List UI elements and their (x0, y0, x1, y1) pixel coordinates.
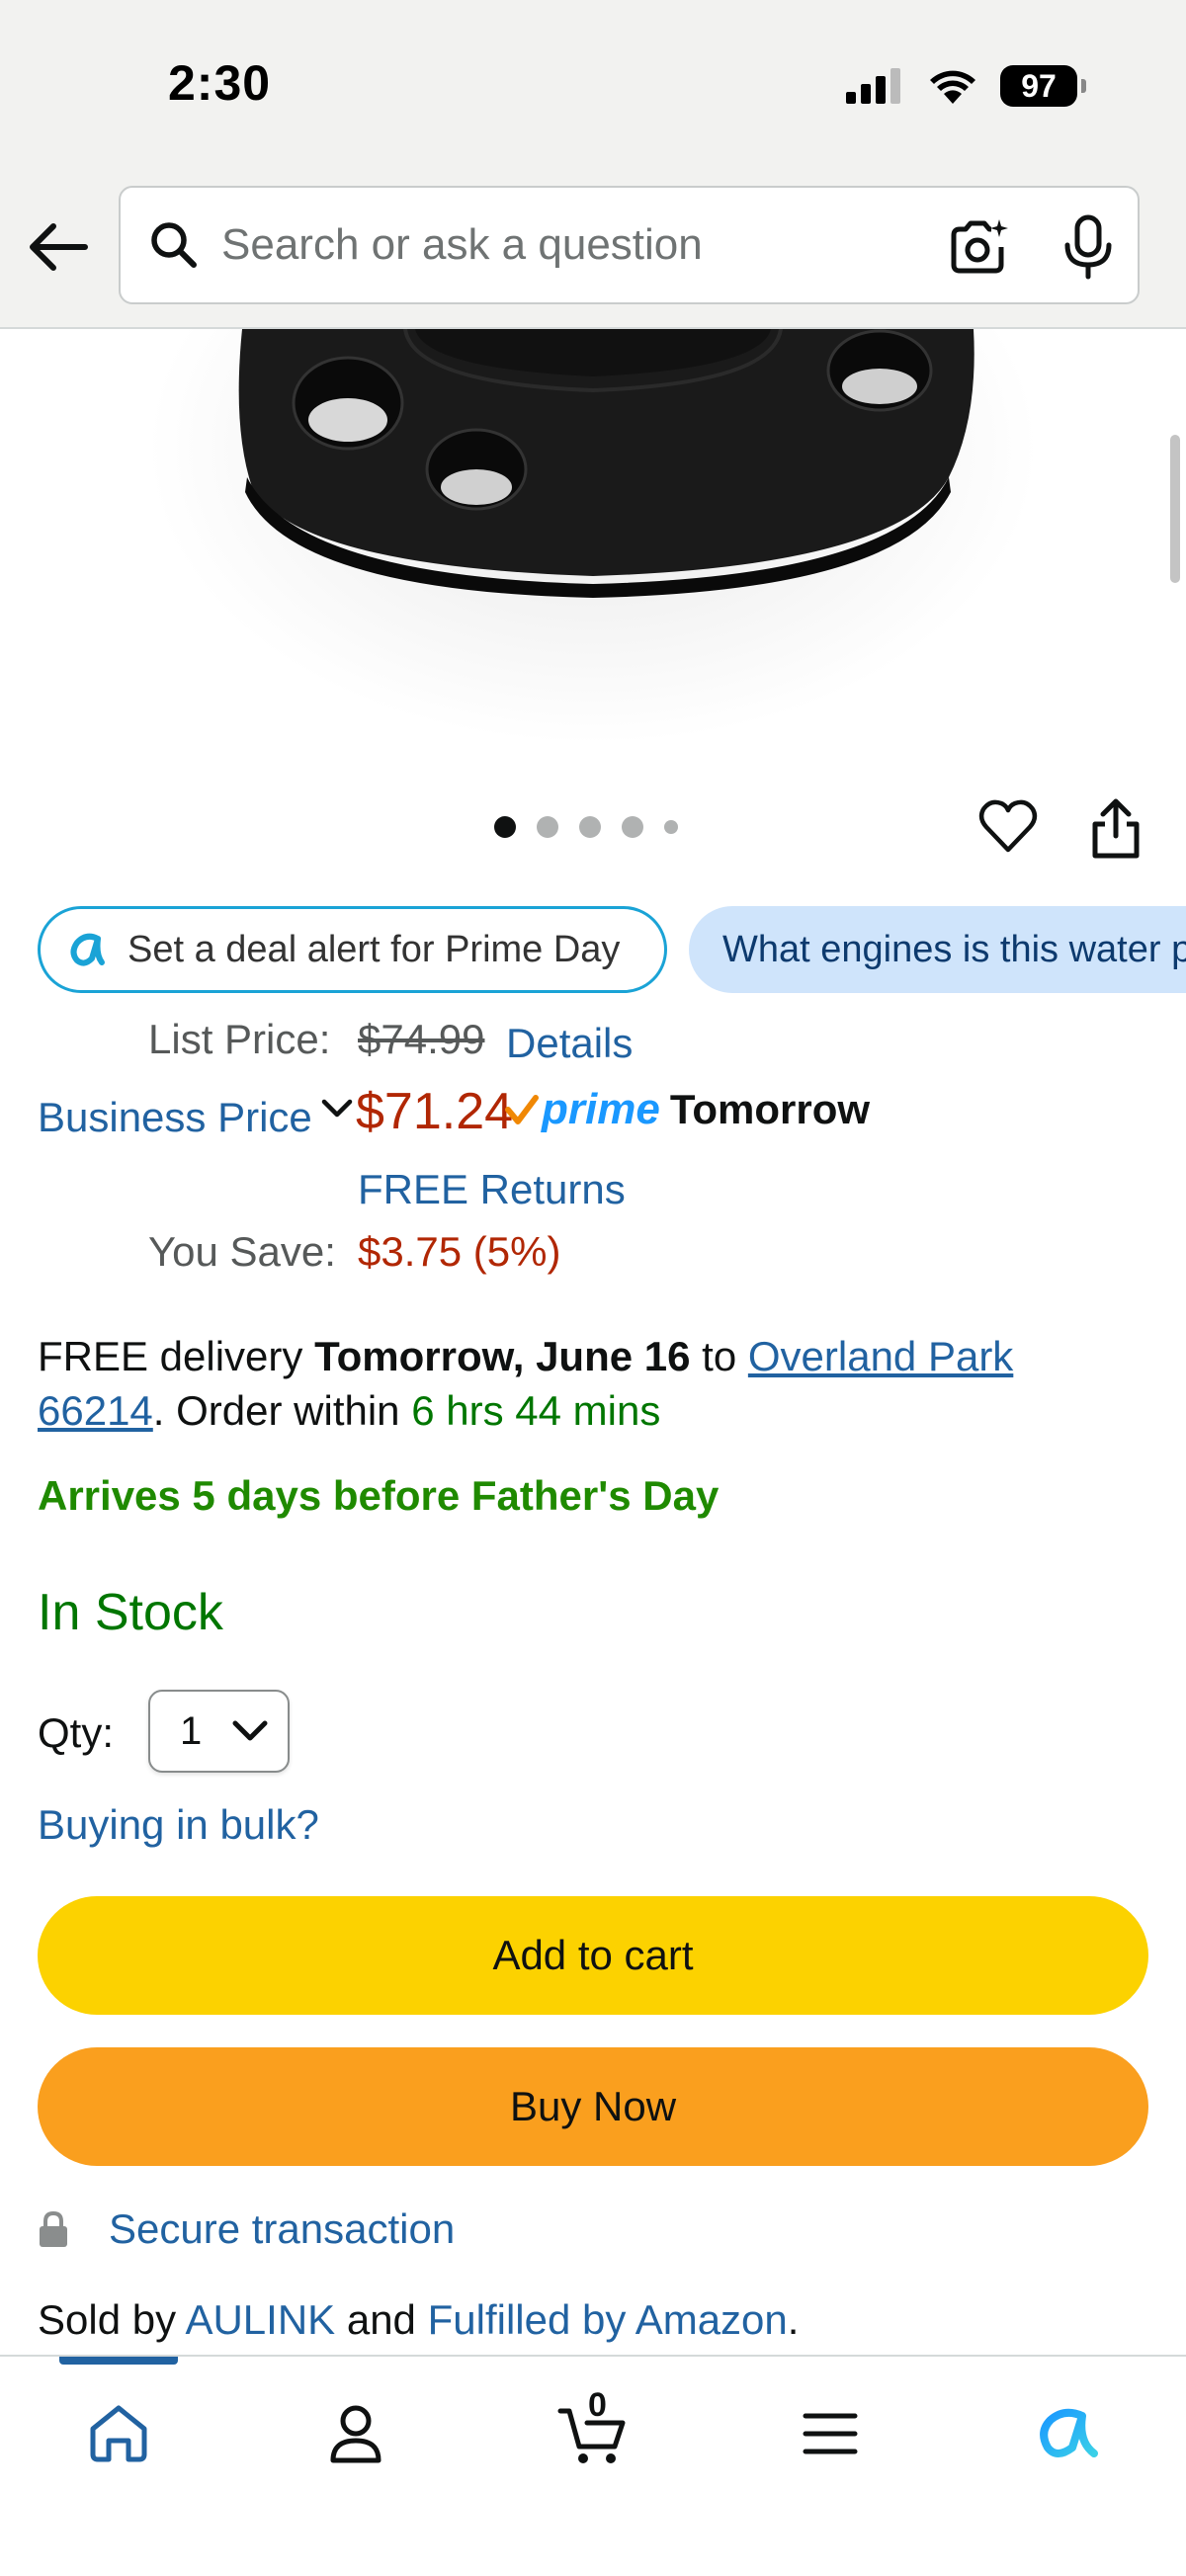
carousel-dot[interactable] (579, 816, 601, 838)
stock-status: In Stock (38, 1584, 223, 1641)
current-price: $71.24 (356, 1083, 514, 1140)
quantity-select[interactable]: 1 (148, 1690, 290, 1773)
share-icon[interactable] (1087, 796, 1144, 860)
bottom-navigation: 0 (0, 2355, 1186, 2576)
order-within-text: . Order within (152, 1387, 412, 1434)
fulfilled-by-amazon-link[interactable]: Fulfilled by Amazon (428, 2296, 788, 2343)
product-image[interactable] (0, 329, 1186, 744)
business-price-toggle[interactable]: Business Price (38, 1094, 354, 1141)
arrives-note: Arrives 5 days before Father's Day (38, 1472, 720, 1519)
nav-cart[interactable]: 0 (553, 2386, 633, 2473)
cart-count-badge: 0 (588, 2386, 607, 2424)
account-icon (330, 2405, 381, 2463)
seller-name-link[interactable]: AULINK (185, 2296, 335, 2343)
active-tab-indicator (59, 2357, 178, 2365)
suggested-question-label: What engines is this water pump compatib… (722, 928, 1186, 970)
business-price-label: Business Price (38, 1094, 312, 1140)
buy-now-button[interactable]: Buy Now (38, 2047, 1148, 2166)
wheel-spacer-image (148, 329, 1038, 744)
deal-alert-chip[interactable]: Set a deal alert for Prime Day (38, 906, 667, 993)
delivery-date: Tomorrow, June 16 (314, 1333, 691, 1379)
list-price-label: List Price: (148, 1016, 331, 1062)
suggested-question-chip[interactable]: What engines is this water pump compatib… (689, 906, 1186, 993)
nav-home[interactable] (79, 2394, 158, 2473)
prime-logo-text: prime (542, 1085, 660, 1133)
sold-by-middle: and (335, 2296, 428, 2343)
lock-icon (40, 2210, 67, 2247)
add-to-cart-button[interactable]: Add to cart (38, 1896, 1148, 2015)
list-price-value: $74.99 (358, 1016, 485, 1062)
quantity-label: Qty: (38, 1709, 115, 1756)
carousel-dot[interactable] (622, 816, 643, 838)
carousel-dot[interactable] (664, 820, 678, 834)
nav-rufus[interactable] (1028, 2394, 1107, 2473)
delivery-info: FREE delivery Tomorrow, June 16 to Overl… (38, 1329, 1144, 1438)
search-input[interactable] (221, 220, 893, 270)
back-arrow-icon[interactable] (24, 212, 93, 282)
rufus-icon (1040, 2408, 1098, 2457)
battery-indicator: 97 (1000, 65, 1086, 107)
order-countdown: 6 hrs 44 mins (411, 1387, 661, 1434)
secure-transaction-label: Secure transaction (109, 2205, 456, 2252)
carousel-dot-active[interactable] (494, 816, 516, 838)
delivery-to: to (690, 1333, 748, 1379)
nav-menu[interactable] (791, 2394, 870, 2473)
status-time: 2:30 (168, 55, 272, 111)
image-carousel-dots[interactable] (494, 816, 678, 838)
search-header (0, 173, 1186, 329)
delivery-prefix: FREE delivery (38, 1333, 315, 1379)
microphone-icon[interactable] (1057, 213, 1120, 281)
cellular-signal-icon (846, 68, 900, 104)
deal-alert-label: Set a deal alert for Prime Day (127, 928, 621, 970)
buying-in-bulk-link[interactable]: Buying in bulk? (38, 1801, 319, 1849)
chevron-down-icon (321, 1099, 353, 1118)
heart-icon[interactable] (978, 796, 1038, 856)
quantity-value: 1 (180, 1708, 203, 1753)
prime-delivery-day: Tomorrow (669, 1086, 871, 1132)
status-bar: 2:30 97 (0, 0, 1186, 173)
home-icon (90, 2405, 147, 2462)
you-save-value: $3.75 (5%) (358, 1228, 561, 1275)
carousel-dot[interactable] (537, 816, 558, 838)
nav-account[interactable] (316, 2394, 395, 2473)
chevron-down-icon (232, 1720, 268, 1741)
camera-search-icon[interactable] (946, 215, 1009, 279)
prime-badge: prime Tomorrow (504, 1085, 870, 1134)
seller-info: Sold by AULINK and Fulfilled by Amazon. (38, 2296, 799, 2344)
sold-by-prefix: Sold by (38, 2296, 186, 2343)
you-save-label: You Save: (148, 1228, 336, 1275)
search-icon (151, 222, 197, 268)
wifi-icon (930, 70, 975, 104)
sold-by-suffix: . (787, 2296, 800, 2343)
page-scrollbar[interactable] (1170, 435, 1180, 583)
price-details-link[interactable]: Details (506, 1020, 633, 1067)
free-returns-link[interactable]: FREE Returns (358, 1166, 626, 1213)
rufus-icon (70, 933, 105, 966)
status-icons: 97 (846, 61, 1086, 111)
prime-check-icon (505, 1095, 539, 1124)
secure-transaction-link[interactable]: Secure transaction (38, 2205, 455, 2253)
menu-icon (803, 2413, 858, 2454)
search-bar[interactable] (119, 186, 1140, 304)
